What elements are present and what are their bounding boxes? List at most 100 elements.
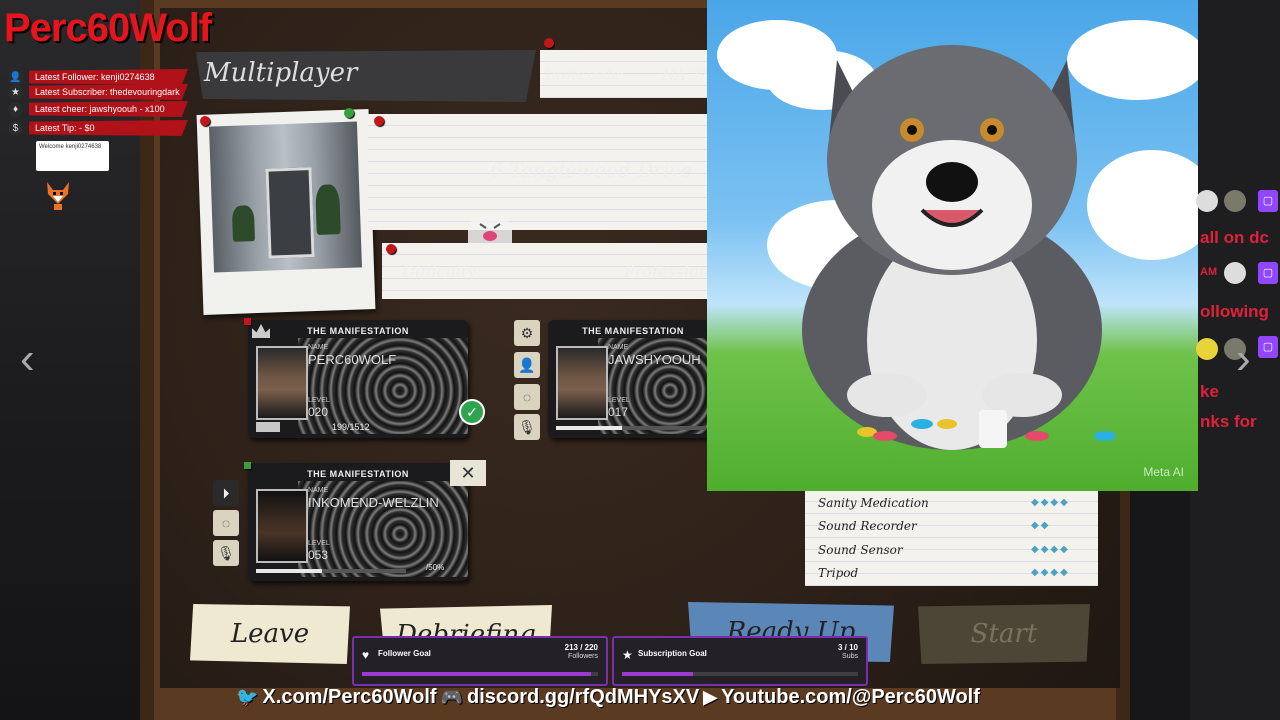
twitter-link[interactable]: X.com/Perc60Wolf — [262, 686, 436, 709]
follower-goal-widget: ♥ Follower Goal 213 / 220 Followers — [352, 636, 608, 686]
invite-code-label: Invite code: — [546, 68, 624, 83]
microphone-icon[interactable]: 🎙 — [213, 540, 239, 566]
goal-progress — [622, 672, 858, 676]
goal-unit: Subs — [842, 653, 858, 660]
level-label: LEVEL — [608, 397, 630, 404]
plant-icon — [231, 205, 255, 242]
equipment-item: Sound Sensor — [818, 543, 903, 557]
next-arrow-icon[interactable]: › — [1236, 334, 1251, 384]
discord-link[interactable]: discord.gg/rfQdMHYsXV — [467, 686, 699, 709]
start-button[interactable]: Start — [918, 604, 1090, 664]
star-icon: ★ — [622, 648, 633, 662]
page-title: Multiplayer — [204, 58, 358, 88]
wolf-image-panel: Meta AI — [707, 0, 1198, 491]
player-name: INKOMEND-WELZLIN — [308, 495, 439, 510]
chat-message: all on dc — [1200, 228, 1269, 247]
chat-message: ke — [1200, 382, 1219, 401]
player-card[interactable]: THE MANIFESTATION NAME PERC60WOLF LEVEL … — [248, 320, 468, 438]
steam-icon: ⚙ — [514, 320, 540, 346]
corner-marker — [244, 462, 251, 469]
user-avatar-icon — [1196, 338, 1218, 360]
player-level: 020 — [308, 405, 329, 419]
difficulty-label: Difficulty: — [402, 262, 482, 281]
dollar-icon: $ — [8, 120, 23, 136]
tier-icons: ◆◆◆◆ — [1031, 544, 1070, 555]
twitch-icon: ▢ — [1258, 262, 1278, 284]
ghost-portrait-icon: ◌ — [514, 384, 540, 410]
goal-progress-fill — [362, 672, 591, 676]
ready-check-icon: ✓ — [459, 399, 485, 425]
equipment-item: Sound Recorder — [818, 519, 917, 533]
tier-icons: ◆◆◆◆ — [1031, 497, 1070, 508]
pin-icon — [344, 108, 354, 118]
xp-text: 199/1512 — [332, 422, 370, 432]
goal-count: 213 / 220 — [564, 643, 598, 652]
wolf-illustration — [802, 45, 1116, 450]
profile-icon[interactable]: 👤 — [514, 352, 540, 378]
ticker-cheer: ♦ Latest cheer: jawshyoouh - x100 — [8, 100, 188, 118]
ticker-subscriber: ★ Latest Subscriber: thedevouringdark — [8, 83, 188, 101]
map-name[interactable]: 6 Tanglewood Drive — [490, 158, 692, 182]
youtube-link[interactable]: Youtube.com/@Perc60Wolf — [721, 686, 980, 709]
equipment-item: Sanity Medication — [818, 496, 929, 510]
map-photo — [196, 109, 376, 315]
ticker-text: Latest cheer: jawshyoouh - x100 — [29, 101, 188, 117]
invite-code-value[interactable]: NA-?? — [662, 66, 707, 84]
tier-icons: ◆◆◆◆ — [1031, 567, 1070, 578]
level-label: LEVEL — [308, 540, 330, 547]
goal-progress-fill — [622, 672, 693, 676]
user-avatar-icon — [1196, 190, 1218, 212]
playstation-icon: ⏵ — [213, 480, 239, 506]
goal-progress — [362, 672, 598, 676]
level-label: LEVEL — [308, 397, 330, 404]
corner-marker — [244, 318, 251, 325]
ticker-text: Latest Tip: - $0 — [29, 120, 188, 136]
welcome-bubble: Welcome kenji0274638 — [36, 141, 109, 171]
goal-unit: Followers — [568, 653, 598, 660]
tier-icons: ◆◆ — [1031, 520, 1051, 531]
pin-icon — [374, 116, 384, 126]
player-level: 017 — [608, 405, 629, 419]
map-photo-image — [208, 121, 362, 273]
player-card[interactable]: THE MANIFESTATION NAME INKOMEND-WELZLIN … — [248, 463, 468, 581]
heart-icon: ♥ — [362, 648, 370, 662]
name-label: NAME — [308, 344, 329, 351]
goal-title: Subscription Goal — [638, 649, 707, 658]
pin-icon — [200, 116, 210, 126]
avatar — [256, 489, 308, 563]
chat-message: ollowing — [1200, 302, 1269, 321]
player-name: JAWSHYOOUH — [608, 352, 701, 367]
star-icon: ★ — [8, 84, 23, 100]
player-name: PERC60WOLF — [308, 352, 397, 367]
goal-count: 3 / 10 — [837, 643, 858, 652]
volume-slider[interactable] — [556, 426, 706, 430]
name-label: NAME — [308, 487, 329, 494]
watermark: Meta AI — [1143, 465, 1184, 479]
kick-player-button[interactable]: ✕ — [450, 460, 486, 486]
user-avatar-icon — [1224, 190, 1246, 212]
card-title: THE MANIFESTATION — [582, 326, 684, 336]
pin-icon — [544, 38, 554, 48]
equipment-item: Tripod — [818, 566, 859, 580]
microphone-icon[interactable]: 🎙 — [514, 414, 540, 440]
right-background — [1190, 0, 1280, 720]
discord-icon: 🎮 — [440, 687, 463, 707]
twitter-icon: 🐦 — [236, 687, 259, 707]
volume-text: /50% — [426, 563, 445, 572]
volume-slider-fill — [556, 426, 622, 430]
card-title: THE MANIFESTATION — [307, 469, 409, 479]
subscription-goal-widget: ★ Subscription Goal 3 / 10 Subs — [612, 636, 868, 686]
leave-button[interactable]: Leave — [190, 604, 350, 664]
player-card[interactable]: THE MANIFESTATION NAME JAWSHYOOUH LEVEL … — [548, 320, 718, 438]
social-bar: 🐦 X.com/Perc60Wolf 🎮 discord.gg/rfQdMHYs… — [236, 686, 980, 709]
gem-icon: ♦ — [8, 101, 23, 117]
volume-slider[interactable] — [256, 569, 406, 573]
prev-arrow-icon[interactable]: ‹ — [20, 334, 35, 384]
twitch-icon: ▢ — [1258, 190, 1278, 212]
card-title: THE MANIFESTATION — [307, 326, 409, 336]
ghost-portrait-icon: ◌ — [213, 510, 239, 536]
avatar — [256, 346, 308, 420]
chat-message: nks for — [1200, 412, 1257, 431]
pin-icon — [386, 244, 396, 254]
ticker-text: Latest Subscriber: thedevouringdark — [29, 84, 188, 100]
